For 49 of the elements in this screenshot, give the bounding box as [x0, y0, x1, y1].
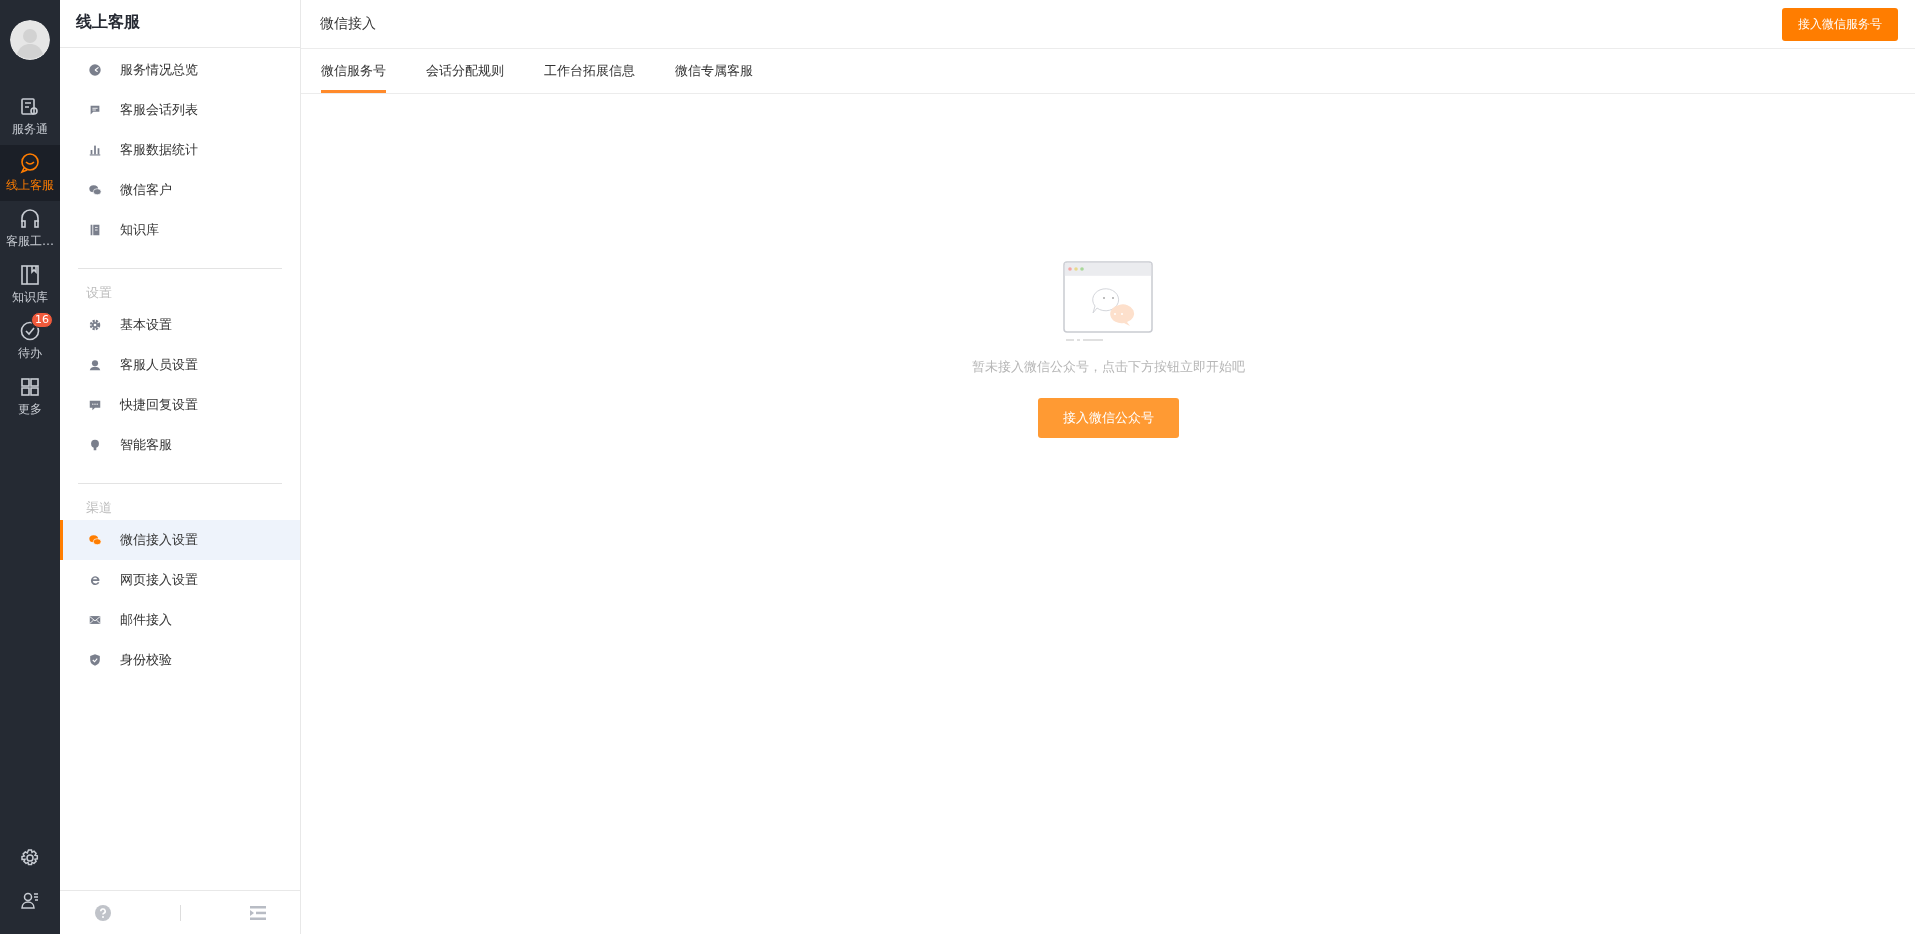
shield-icon	[88, 653, 102, 667]
wechat-icon	[88, 183, 102, 197]
bar-chart-icon	[88, 143, 102, 157]
sidebar-item[interactable]: 知识库	[60, 210, 300, 250]
message-list-icon	[88, 103, 102, 117]
lightbulb-icon	[88, 438, 102, 452]
sidebar-item[interactable]: 身份校验	[60, 640, 300, 680]
person-icon	[88, 358, 102, 372]
avatar[interactable]	[10, 20, 50, 60]
chat-icon	[19, 152, 41, 174]
rail-nav-item[interactable]: 客服工…	[0, 201, 60, 257]
rail-nav-item[interactable]: 更多	[0, 369, 60, 425]
rail-nav-item[interactable]: 服务通	[0, 89, 60, 145]
rail-nav-item[interactable]: 线上客服	[0, 145, 60, 201]
clipboard-icon	[19, 96, 41, 118]
sidebar-item[interactable]: 微信接入设置	[60, 520, 300, 560]
sidebar-item[interactable]: 服务情况总览	[60, 50, 300, 90]
sidebar-title: 线上客服	[60, 0, 300, 48]
book-icon	[19, 264, 41, 286]
section-label: 渠道	[85, 499, 113, 517]
settings-icon	[88, 318, 102, 332]
grid-icon	[19, 376, 41, 398]
user-list-button[interactable]	[20, 890, 40, 910]
count-badge: 16	[31, 312, 53, 328]
envelope-icon	[88, 613, 102, 627]
sidebar-item[interactable]: 快捷回复设置	[60, 385, 300, 425]
tab[interactable]: 微信服务号	[321, 49, 386, 93]
sidebar-item[interactable]: 网页接入设置	[60, 560, 300, 600]
section-label: 设置	[85, 284, 113, 302]
sidebar-item[interactable]: 微信客户	[60, 170, 300, 210]
settings-button[interactable]	[20, 848, 40, 868]
sidebar-item[interactable]: 客服人员设置	[60, 345, 300, 385]
wechat-icon	[88, 533, 102, 547]
page-title: 微信接入	[320, 15, 376, 33]
headset-icon	[19, 208, 41, 230]
sidebar-item[interactable]: 客服数据统计	[60, 130, 300, 170]
sidebar-item[interactable]: 邮件接入	[60, 600, 300, 640]
rail-nav-item[interactable]: 知识库	[0, 257, 60, 313]
tab[interactable]: 微信专属客服	[675, 49, 753, 93]
browser-e-icon	[88, 573, 102, 587]
tab[interactable]: 工作台拓展信息	[544, 49, 635, 93]
sidebar-item[interactable]: 客服会话列表	[60, 90, 300, 130]
sidebar-item[interactable]: 智能客服	[60, 425, 300, 465]
rail-nav-item[interactable]: 16 待办	[0, 313, 60, 369]
tab[interactable]: 会话分配规则	[426, 49, 504, 93]
chat-bubble-icon	[88, 398, 102, 412]
document-icon	[88, 223, 102, 237]
sidebar-item[interactable]: 基本设置	[60, 305, 300, 345]
empty-state-message: 暂未接入微信公众号，点击下方按钮立即开始吧	[971, 359, 1245, 376]
